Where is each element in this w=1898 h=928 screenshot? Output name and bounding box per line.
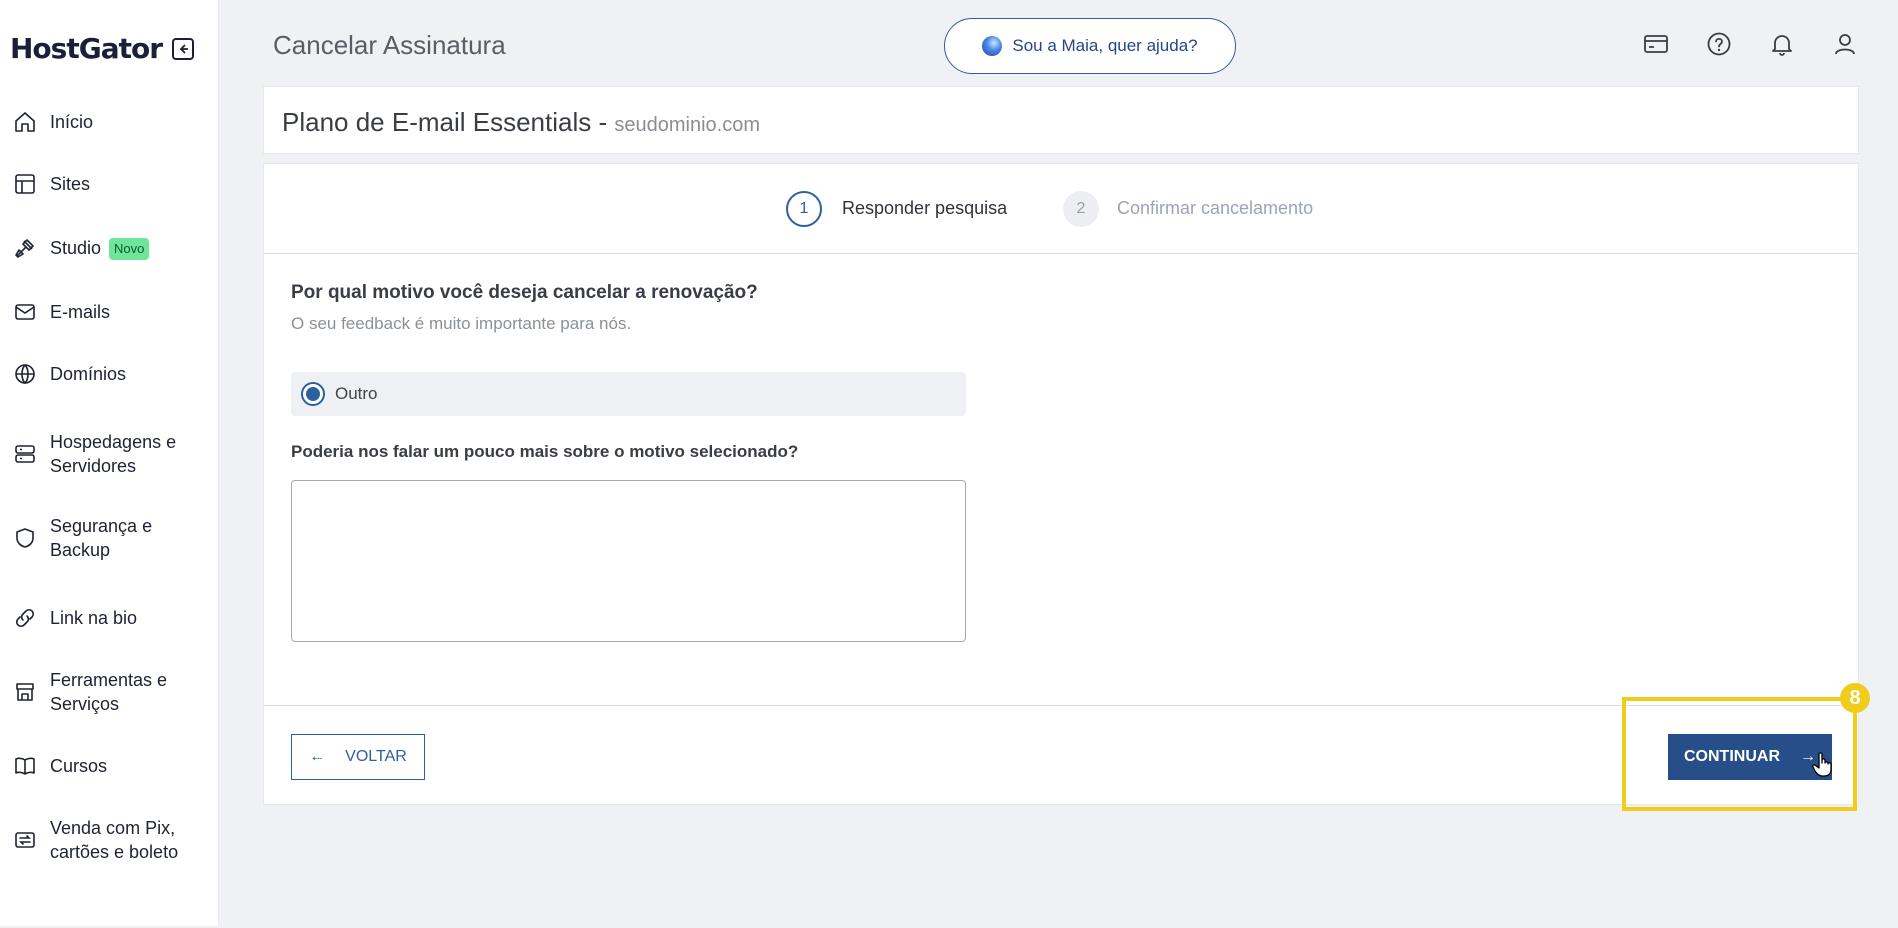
sidebar-item-inicio[interactable]: Início — [0, 110, 219, 134]
sidebar-item-label: Segurança e Backup — [50, 516, 153, 560]
back-button-label: VOLTAR — [345, 748, 407, 765]
sidebar-item-link-na-bio[interactable]: Link na bio — [0, 606, 219, 630]
sidebar-item-label: Domínios — [50, 364, 127, 384]
sidebar-item-label: Sites — [50, 174, 91, 194]
maia-assistant-label: Sou a Maia, quer ajuda? — [1012, 36, 1198, 55]
question-subtitle: O seu feedback é muito importante para n… — [291, 314, 632, 333]
new-badge: Novo — [109, 238, 150, 261]
logo-row: HostGator — [10, 32, 195, 65]
user-icon[interactable] — [1831, 30, 1859, 58]
radio-dot — [306, 387, 320, 401]
mail-icon — [12, 299, 38, 325]
step-2-label: Confirmar cancelamento — [1117, 198, 1314, 218]
sidebar-item-label: Ferramentas e Serviços — [50, 670, 168, 714]
plan-name: Plano de E-mail Essentials - — [282, 107, 608, 137]
reason-option-label: Outro — [335, 384, 378, 403]
sidebar-item-label: Link na bio — [50, 608, 138, 628]
bell-icon[interactable] — [1768, 30, 1796, 58]
plan-domain: seudominio.com — [614, 114, 760, 136]
step-2-number: 2 — [1063, 191, 1099, 227]
step-1-label: Responder pesquisa — [842, 198, 1008, 218]
hostgator-logo[interactable]: HostGator — [10, 32, 163, 65]
link-icon — [12, 605, 38, 631]
question-title: Por qual motivo você deseja cancelar a r… — [291, 282, 758, 303]
footer-divider — [264, 705, 1858, 706]
step-badge: 8 — [1840, 683, 1870, 713]
sidebar-item-label: Studio Novo — [50, 236, 150, 261]
sidebar-item-label: Hospedagens e Servidores — [50, 432, 177, 476]
radio-selected[interactable] — [301, 382, 325, 406]
detail-textarea[interactable] — [291, 480, 966, 642]
step-1-number: 1 — [786, 191, 822, 227]
card-icon[interactable] — [1642, 30, 1670, 58]
sidebar-item-label: Cursos — [50, 756, 108, 776]
book-icon — [12, 753, 38, 779]
home-icon — [12, 109, 38, 135]
sidebar-item-label: E-mails — [50, 302, 111, 322]
sidebar-item-venda-pix[interactable]: Venda com Pix, cartões e boleto — [0, 816, 219, 864]
hand-cursor-icon — [1812, 752, 1834, 783]
transfer-icon — [12, 827, 38, 853]
maia-assistant-button[interactable]: Sou a Maia, quer ajuda? — [944, 18, 1236, 74]
tools-icon — [12, 235, 38, 261]
sidebar-item-dominios[interactable]: Domínios — [0, 362, 219, 386]
sidebar-item-emails[interactable]: E-mails — [0, 300, 219, 324]
sidebar-item-cursos[interactable]: Cursos — [0, 754, 219, 778]
server-icon — [12, 441, 38, 467]
cancellation-form-card: 1 Responder pesquisa 2 Confirmar cancela… — [263, 163, 1859, 805]
back-button[interactable]: ← VOLTAR — [291, 734, 425, 780]
reason-option[interactable]: Outro — [291, 372, 966, 416]
layout-icon — [12, 171, 38, 197]
globe-icon — [12, 361, 38, 387]
shield-icon — [12, 525, 38, 551]
help-icon[interactable] — [1705, 30, 1733, 58]
plan-header-card: Plano de E-mail Essentials - seudominio.… — [263, 86, 1859, 154]
studio-label: Studio — [50, 237, 102, 258]
arrow-left-icon: ← — [309, 748, 326, 765]
sidebar-item-ferramentas[interactable]: Ferramentas e Serviços — [0, 668, 219, 716]
page-title: Cancelar Assinatura — [273, 30, 506, 60]
detail-question: Poderia nos falar um pouco mais sobre o … — [291, 442, 799, 461]
sidebar-item-studio[interactable]: Studio Novo — [0, 235, 219, 261]
store-icon — [12, 679, 38, 705]
sidebar-item-seguranca[interactable]: Segurança e Backup — [0, 514, 219, 562]
collapse-sidebar-icon[interactable] — [172, 37, 195, 60]
plan-title: Plano de E-mail Essentials - seudominio.… — [282, 107, 760, 138]
stepper: 1 Responder pesquisa 2 Confirmar cancela… — [264, 164, 1858, 254]
sidebar-item-hospedagens[interactable]: Hospedagens e Servidores — [0, 430, 219, 478]
sidebar-item-label: Venda com Pix, cartões e boleto — [50, 818, 179, 862]
maia-orb-icon — [982, 36, 1003, 56]
sidebar-item-sites[interactable]: Sites — [0, 172, 219, 196]
sidebar-item-label: Início — [50, 112, 94, 132]
sidebar: HostGator Início Sites Studio Novo E-mai… — [0, 0, 219, 926]
